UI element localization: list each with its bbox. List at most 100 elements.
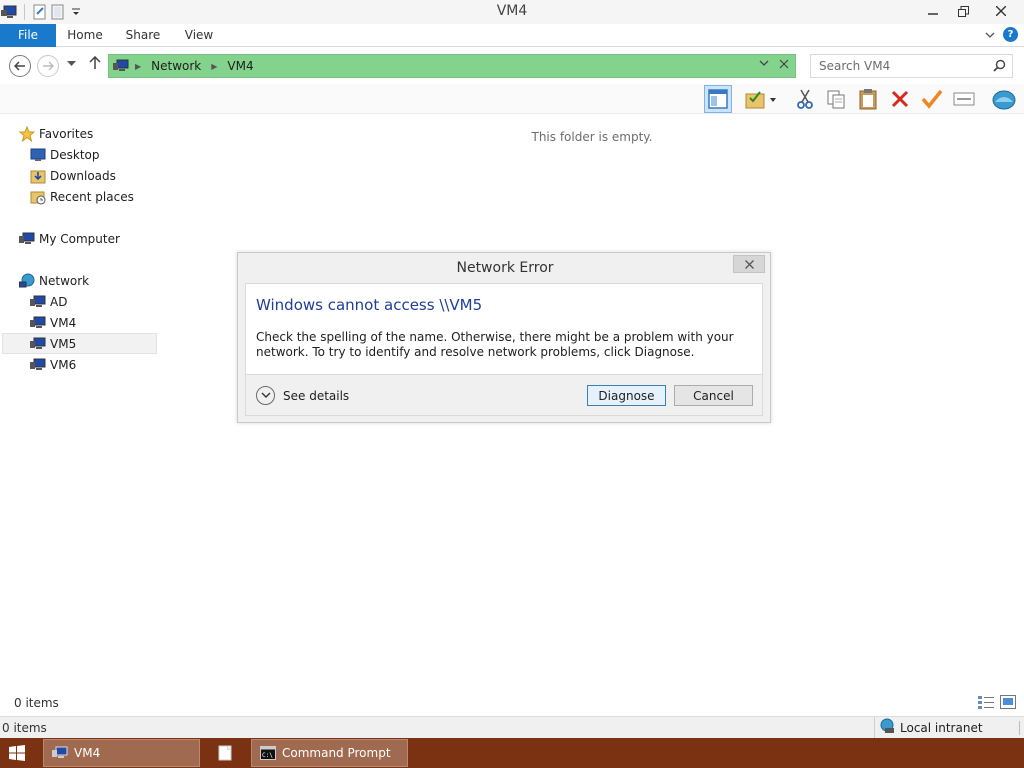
preview-pane-button[interactable] (704, 85, 732, 113)
taskbar-item-label: Command Prompt (282, 746, 391, 760)
search-box (810, 54, 1013, 78)
sidebar-item-vm6[interactable]: VM6 (30, 354, 156, 375)
quick-access-toolbar (0, 2, 85, 22)
breadcrumb-network[interactable]: Network (151, 59, 201, 73)
restore-button[interactable] (948, 0, 978, 22)
large-icons-view-icon[interactable] (1000, 695, 1016, 712)
sidebar-item-label: Recent places (50, 189, 134, 204)
zone-label: Local intranet (900, 720, 983, 735)
recent-locations-icon[interactable] (67, 57, 76, 70)
window-title: VM4 (496, 3, 528, 19)
tab-home[interactable]: Home (62, 24, 108, 47)
dialog-title: Network Error (456, 260, 554, 276)
expand-ribbon-icon[interactable] (985, 28, 995, 42)
sidebar-item-favorites[interactable]: Favorites (19, 123, 175, 144)
sidebar-item-label: AD (50, 294, 68, 309)
windows-start-icon[interactable] (9, 745, 25, 764)
sidebar-item-my-computer[interactable]: My Computer (19, 228, 156, 249)
search-input[interactable] (811, 55, 981, 77)
sidebar-item-downloads[interactable]: Downloads (30, 165, 156, 186)
see-details-label: See details (283, 388, 350, 403)
address-dropdown-icon[interactable] (759, 59, 769, 70)
taskbar: VM4 C:\ Command Prompt (0, 738, 1024, 768)
breadcrumb-separator[interactable]: ▶ (211, 62, 217, 71)
separator (24, 4, 25, 20)
clear-address-icon[interactable] (779, 58, 789, 72)
taskbar-item-command-prompt[interactable]: C:\ Command Prompt (251, 739, 408, 767)
cut-icon[interactable] (791, 85, 819, 113)
zone-status-bar: 0 items Local intranet (0, 716, 1024, 738)
network-computer-icon (30, 315, 46, 331)
notepad-icon (218, 745, 232, 761)
sidebar-item-label: Downloads (50, 168, 116, 183)
tab-view[interactable]: View (176, 24, 222, 47)
search-icon[interactable] (993, 59, 1006, 75)
close-button[interactable] (978, 0, 1024, 22)
copy-icon[interactable] (822, 85, 850, 113)
sidebar-item-ad[interactable]: AD (30, 291, 156, 312)
properties-icon[interactable] (31, 3, 49, 21)
title-bar: VM4 (0, 0, 1024, 24)
network-error-dialog: Network Error Windows cannot access \\VM… (237, 252, 771, 423)
customize-qat-icon[interactable] (67, 3, 85, 21)
tab-file[interactable]: File (0, 24, 56, 47)
dialog-message: Check the spelling of the name. Otherwis… (256, 330, 734, 359)
dialog-heading: Windows cannot access \\VM5 (256, 296, 483, 314)
sidebar-item-label: My Computer (39, 231, 120, 246)
sidebar-item-vm5[interactable]: VM5 (2, 333, 157, 354)
taskbar-item-notepad[interactable] (210, 739, 246, 767)
taskbar-item-label: VM4 (74, 746, 101, 760)
sidebar-item-label: Desktop (50, 147, 100, 162)
navigation-pane: Favorites Desktop Downloads Recent place… (0, 114, 158, 690)
new-folder-icon[interactable] (49, 3, 67, 21)
help-icon[interactable]: ? (1003, 27, 1018, 42)
see-details-toggle[interactable]: See details (256, 386, 349, 405)
dialog-footer: See details Diagnose Cancel (245, 375, 763, 416)
sidebar-item-desktop[interactable]: Desktop (30, 144, 156, 165)
sidebar-item-vm4[interactable]: VM4 (30, 312, 156, 333)
check-icon[interactable] (918, 85, 946, 113)
taskbar-item-vm4[interactable]: VM4 (43, 739, 200, 767)
ribbon-right-controls: ? (985, 27, 1018, 42)
delete-icon[interactable] (886, 85, 914, 113)
item-count: 0 items (14, 696, 59, 710)
tab-share[interactable]: Share (120, 24, 166, 47)
back-button[interactable] (9, 55, 31, 77)
network-icon (19, 273, 35, 289)
computer-icon[interactable] (0, 3, 18, 21)
command-prompt-icon: C:\ (260, 746, 276, 760)
paste-icon[interactable] (854, 85, 882, 113)
up-arrow-icon[interactable] (89, 55, 101, 73)
chevron-down-icon (256, 386, 275, 405)
diagnose-button[interactable]: Diagnose (587, 385, 666, 406)
recent-places-icon (30, 189, 46, 205)
forward-button[interactable] (37, 55, 59, 77)
toolbar (0, 84, 1024, 114)
rename-icon[interactable] (950, 85, 978, 113)
breadcrumb-vm4[interactable]: VM4 (227, 59, 253, 73)
network-computer-icon (30, 336, 46, 352)
security-zone: Local intranet (874, 717, 983, 738)
window-controls (918, 0, 1024, 22)
empty-folder-message: This folder is empty. (531, 130, 653, 144)
status-bar: 0 items (0, 692, 1024, 714)
item-count: 0 items (2, 721, 47, 735)
intranet-globe-icon (879, 718, 895, 737)
downloads-icon (30, 168, 46, 184)
sidebar-item-recent-places[interactable]: Recent places (30, 186, 156, 207)
star-icon (19, 125, 35, 142)
details-view-icon[interactable] (978, 695, 994, 712)
globe-icon[interactable] (990, 85, 1018, 113)
sidebar-item-label: VM5 (50, 336, 77, 351)
dialog-close-button[interactable] (733, 255, 765, 273)
resize-grip[interactable] (1019, 721, 1020, 735)
network-computer-icon (113, 59, 129, 73)
sidebar-item-network[interactable]: Network (19, 270, 156, 291)
folder-options-button[interactable] (741, 85, 781, 113)
sidebar-item-label: Favorites (39, 126, 94, 141)
breadcrumb-separator[interactable]: ▶ (135, 62, 141, 71)
minimize-button[interactable] (918, 0, 948, 22)
network-computer-icon (30, 357, 46, 373)
address-bar[interactable]: ▶ Network ▶ VM4 (108, 54, 796, 78)
cancel-button[interactable]: Cancel (674, 385, 753, 406)
